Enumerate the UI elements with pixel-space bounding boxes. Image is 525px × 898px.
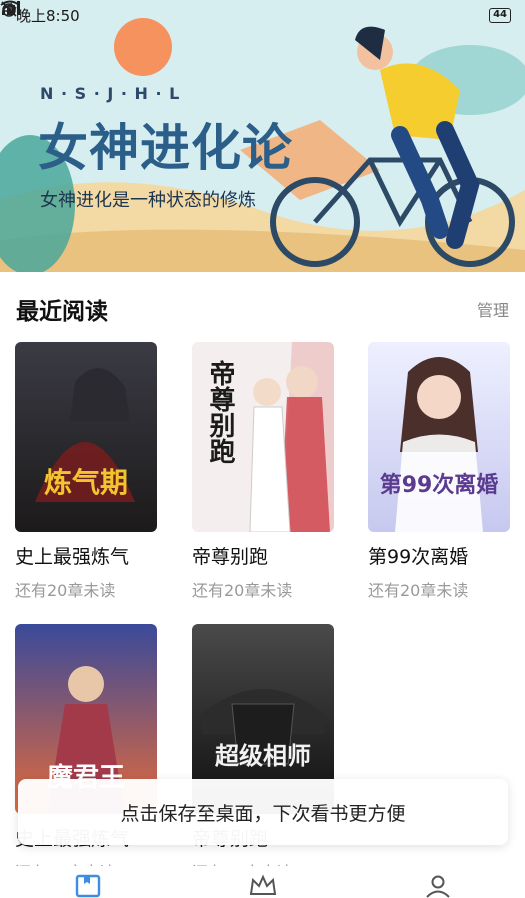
nav-bookshelf[interactable]: [58, 874, 118, 898]
crown-icon: [249, 874, 276, 895]
section-title: 最近阅读: [16, 299, 108, 325]
book-card[interactable]: 帝尊别跑 帝尊别跑 还有20章未读: [192, 342, 334, 601]
book-progress: 还有20章未读: [15, 581, 116, 600]
bookshelf-icon: [75, 874, 100, 898]
book-progress: 还有20章未读: [192, 581, 293, 600]
book-progress: 还有20章未读: [368, 581, 469, 600]
cover-title-text: 炼气期: [44, 466, 128, 499]
bottom-nav: [0, 866, 525, 898]
toast-text: 点击保存至桌面，下次看书更方便: [120, 802, 406, 825]
book-title: 第99次离婚: [368, 546, 469, 568]
status-time: 晚上8:50: [16, 6, 80, 25]
book-cover[interactable]: 帝尊别跑: [192, 342, 334, 532]
save-to-desktop-toast[interactable]: 点击保存至桌面，下次看书更方便: [18, 779, 508, 845]
book-title: 帝尊别跑: [192, 546, 269, 568]
cover-title-text: 超级相师: [215, 741, 311, 770]
cover-title-text: 第99次离婚: [380, 472, 499, 498]
user-icon: [425, 875, 450, 898]
banner-subtitle: 女神进化是一种状态的修炼: [40, 190, 256, 211]
banner-letters: N · S · J · H · L: [40, 84, 181, 103]
book-cover[interactable]: 第99次离婚: [368, 342, 510, 532]
book-card[interactable]: 第99次离婚 第99次离婚 还有20章未读: [368, 342, 510, 601]
nav-profile[interactable]: [408, 874, 468, 898]
battery-icon: 44: [489, 7, 511, 23]
recent-reading-header: 最近阅读 管理: [16, 292, 509, 326]
status-bar: 晚上8:50 44: [0, 0, 525, 30]
manage-button[interactable]: 管理: [477, 297, 509, 321]
banner[interactable]: 晚上8:50 44 N · S · J · H · L 女神进化论 女神进化是一…: [0, 0, 525, 272]
cover-title-text: 帝尊别跑: [205, 359, 236, 464]
wifi-icon: [0, 0, 20, 15]
nav-featured[interactable]: [233, 874, 293, 898]
book-title: 史上最强炼气: [15, 546, 130, 568]
book-cover[interactable]: 炼气期: [15, 342, 157, 532]
book-card[interactable]: 炼气期 史上最强炼气 还有20章未读: [15, 342, 157, 601]
banner-title: 女神进化论: [38, 119, 293, 177]
